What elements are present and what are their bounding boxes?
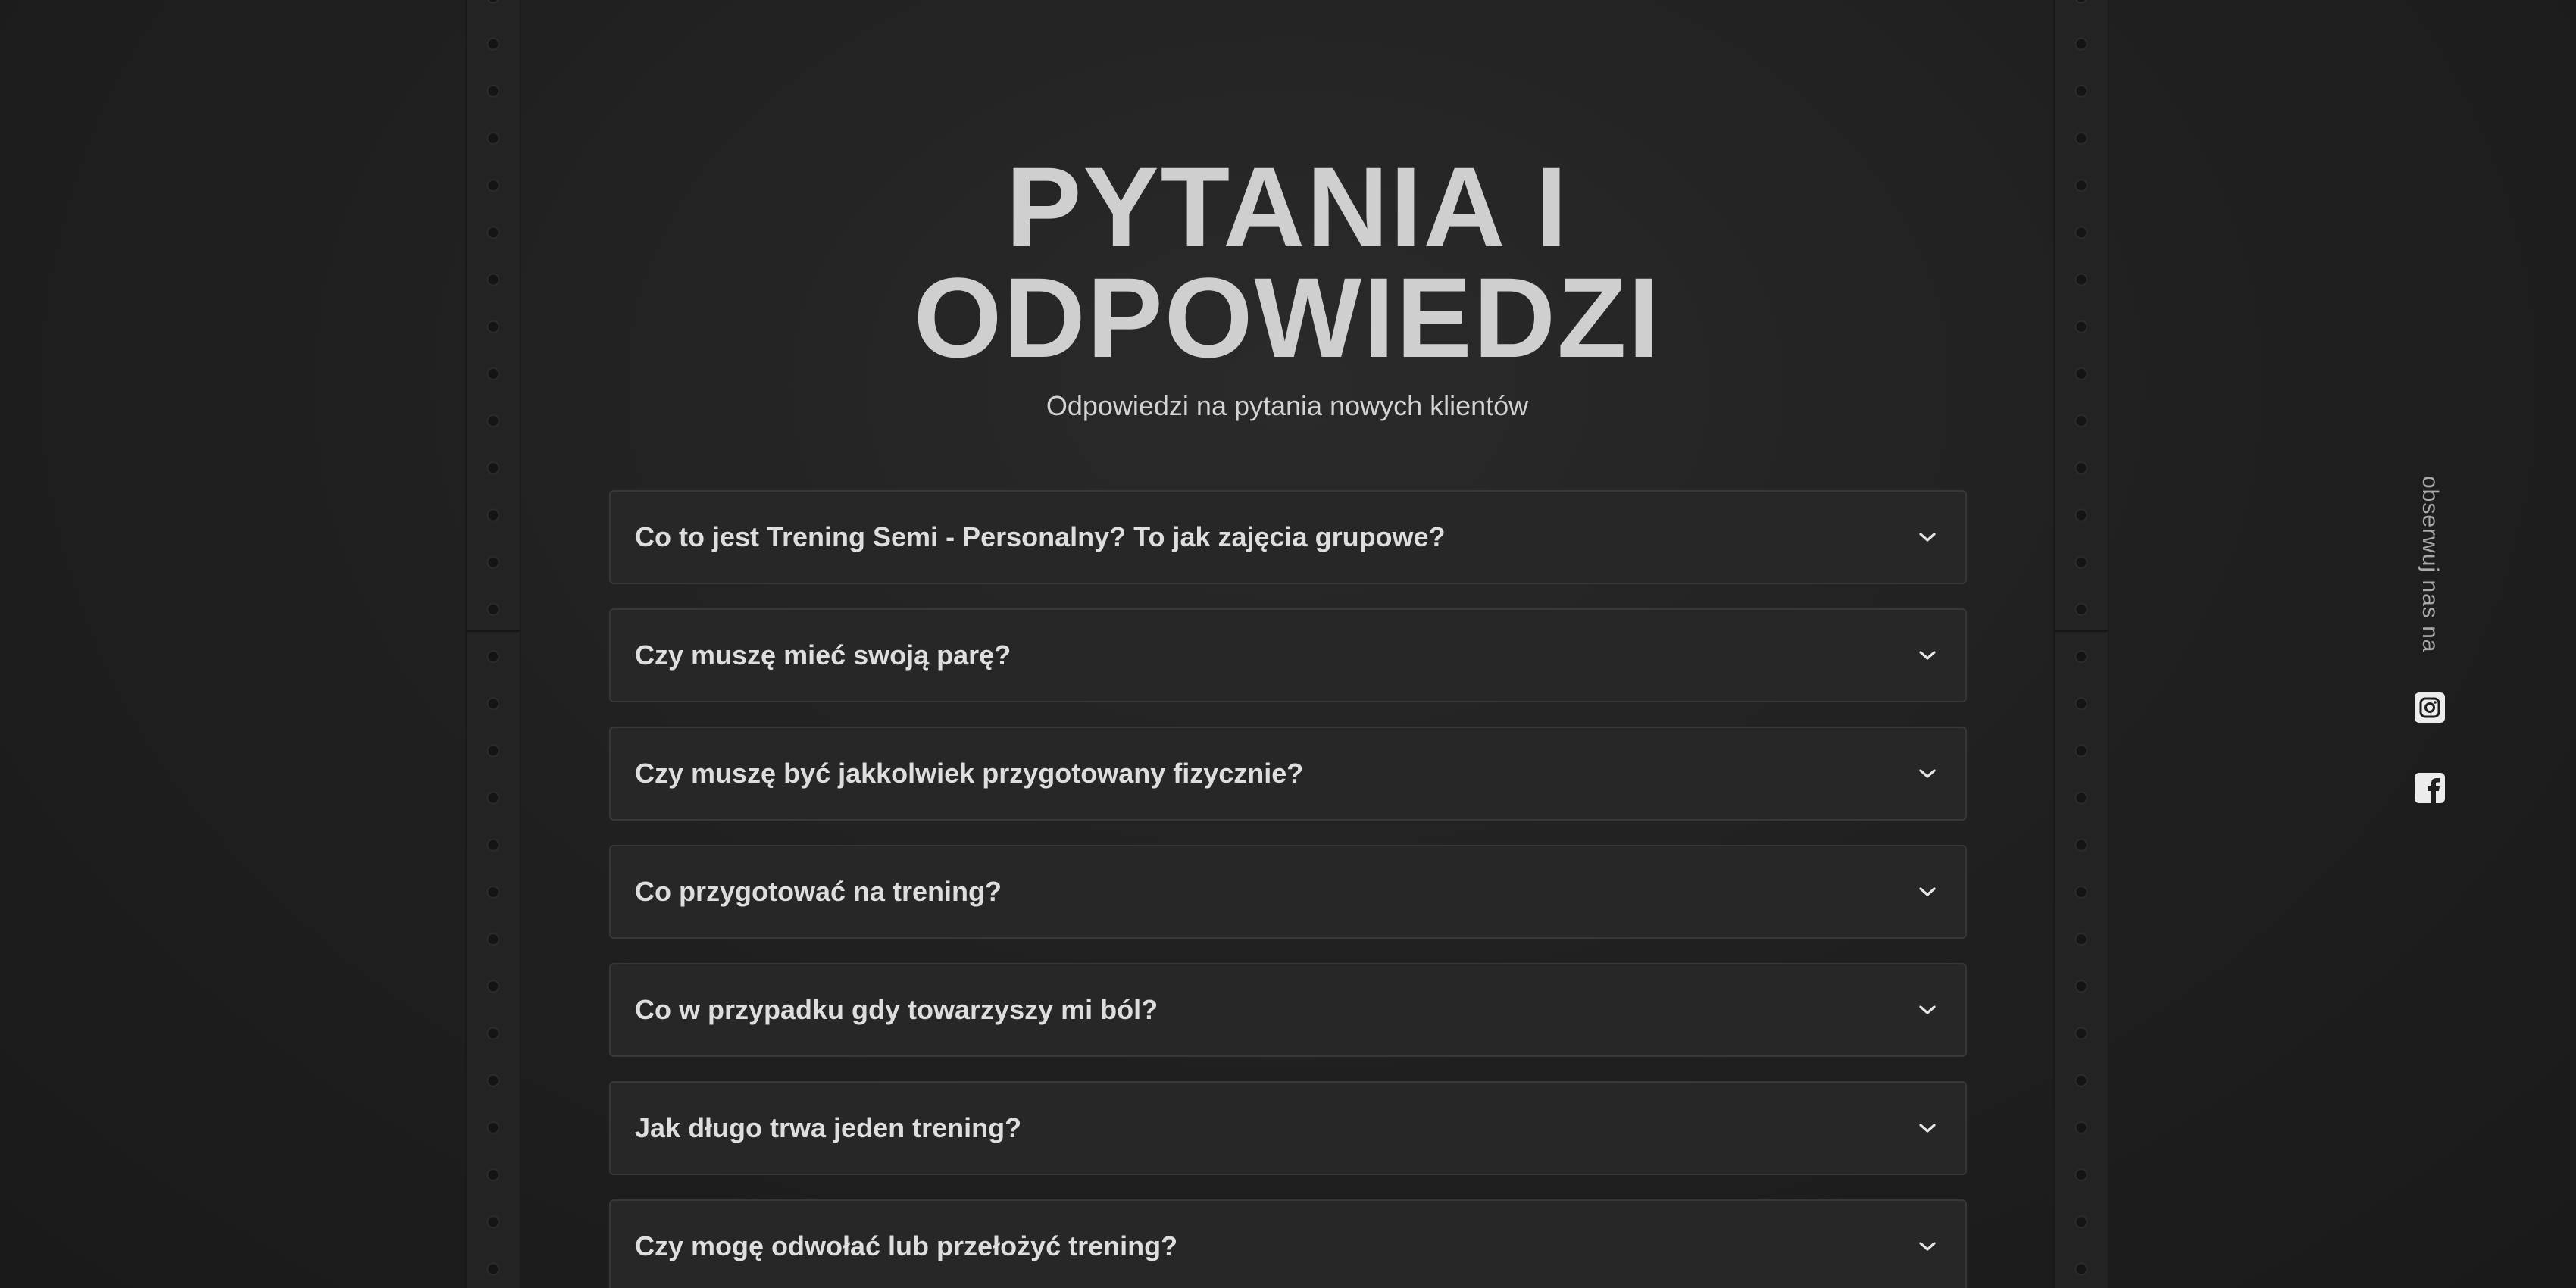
film-strip-left (465, 0, 521, 1288)
faq-question: Czy muszę mieć swoją parę? (635, 639, 1011, 671)
faq-item[interactable]: Czy muszę być jakkolwiek przygotowany fi… (609, 727, 1967, 821)
faq-header: PYTANIA I ODPOWIEDZI Odpowiedzi na pytan… (521, 143, 2053, 423)
faq-item[interactable]: Co przygotować na trening? (609, 845, 1967, 939)
page: PYTANIA I ODPOWIEDZI Odpowiedzi na pytan… (0, 0, 2576, 1288)
faq-question: Jak długo trwa jeden trening? (635, 1112, 1022, 1143)
faq-item[interactable]: Co w przypadku gdy towarzyszy mi ból? (609, 963, 1967, 1057)
faq-question: Czy muszę być jakkolwiek przygotowany fi… (635, 758, 1304, 789)
film-strip-right (2053, 0, 2109, 1288)
faq-question: Co to jest Trening Semi - Personalny? To… (635, 521, 1446, 552)
faq-accordion: Co to jest Trening Semi - Personalny? To… (609, 490, 1967, 1288)
chevron-down-icon (1917, 527, 1938, 548)
chevron-down-icon (1917, 1236, 1938, 1257)
film-strip-seam (467, 630, 520, 632)
chevron-down-icon (1917, 881, 1938, 902)
faq-question: Co przygotować na trening? (635, 876, 1002, 907)
faq-item[interactable]: Jak długo trwa jeden trening? (609, 1081, 1967, 1175)
instagram-icon[interactable] (2415, 692, 2445, 723)
page-title-line-1: PYTANIA I (1005, 143, 1569, 270)
film-strip-holes (486, 0, 501, 1288)
chevron-down-icon (1917, 763, 1938, 784)
chevron-down-icon (1917, 645, 1938, 666)
page-title-line-2: ODPOWIEDZI (913, 254, 1662, 381)
faq-question: Czy mogę odwołać lub przełożyć trening? (635, 1230, 1178, 1261)
faq-item[interactable]: Czy muszę mieć swoją parę? (609, 608, 1967, 702)
faq-item[interactable]: Czy mogę odwołać lub przełożyć trening? (609, 1199, 1967, 1288)
film-strip-seam (2055, 630, 2108, 632)
faq-item[interactable]: Co to jest Trening Semi - Personalny? To… (609, 490, 1967, 584)
page-subtitle: Odpowiedzi na pytania nowych klientów (1046, 390, 1529, 421)
chevron-down-icon (1917, 999, 1938, 1021)
page-title: PYTANIA I ODPOWIEDZI (521, 143, 2053, 381)
chevron-down-icon (1917, 1118, 1938, 1139)
social-sidebar: obserwuj nas na (2402, 470, 2458, 818)
facebook-icon[interactable] (2415, 773, 2445, 803)
follow-us-label: obserwuj nas na (2418, 476, 2443, 653)
film-strip-holes (2074, 0, 2089, 1288)
faq-question: Co w przypadku gdy towarzyszy mi ból? (635, 994, 1158, 1025)
